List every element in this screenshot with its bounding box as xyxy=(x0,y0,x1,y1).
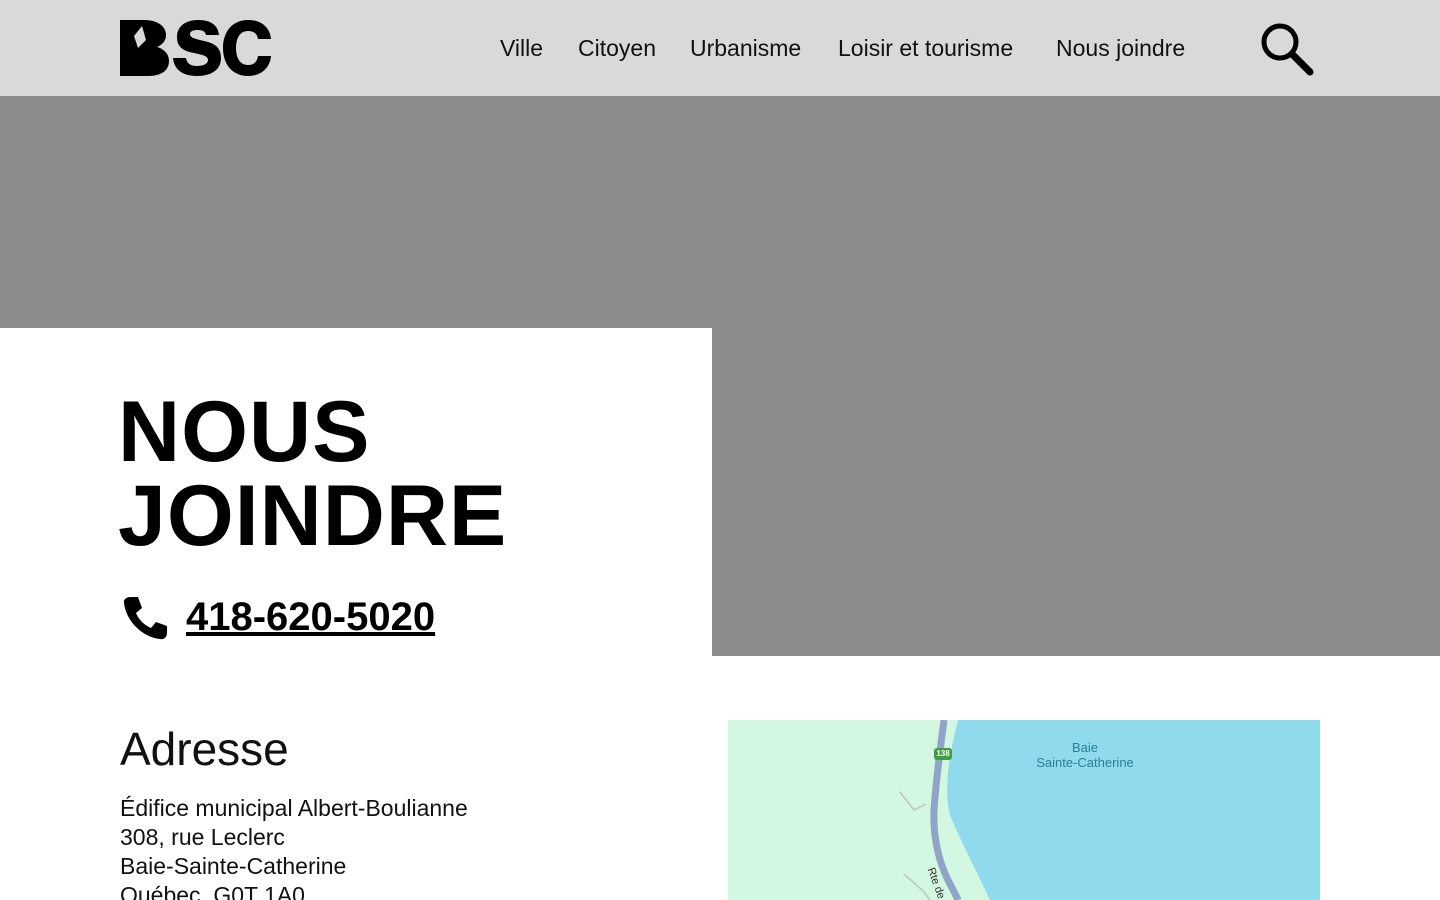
address-line: Québec, G0T 1A0 xyxy=(120,882,305,900)
page-title-line-1: NOUS xyxy=(118,384,371,480)
map-water-label: Baie Sainte-Catherine xyxy=(1028,740,1142,770)
location-map[interactable]: 138 Baie Sainte-Catherine Rte de xyxy=(728,720,1320,900)
phone-link[interactable]: 418-620-5020 xyxy=(186,592,435,642)
address-heading: Adresse xyxy=(120,723,289,775)
page-title: NOUS JOINDRE xyxy=(118,384,508,564)
phone-icon xyxy=(123,597,167,640)
nav-item-citoyen[interactable]: Citoyen xyxy=(578,33,656,63)
site-header: Ville Citoyen Urbanisme Loisir et touris… xyxy=(0,0,1440,96)
address-line: Baie-Sainte-Catherine xyxy=(120,853,347,879)
nav-item-loisir-et-tourisme[interactable]: Loisir et tourisme xyxy=(838,33,1013,63)
map-canvas xyxy=(728,720,1320,900)
search-icon xyxy=(1261,23,1314,76)
map-water-label-line-1: Baie xyxy=(1071,740,1099,755)
search-button[interactable] xyxy=(1258,20,1316,76)
address-block: Édifice municipal Albert-Boulianne 308, … xyxy=(120,794,468,900)
main-nav: Ville Citoyen Urbanisme Loisir et touris… xyxy=(0,0,1440,96)
hero-image-placeholder xyxy=(712,328,1440,656)
address-line: Édifice municipal Albert-Boulianne xyxy=(120,795,468,821)
address-line: 308, rue Leclerc xyxy=(120,824,285,850)
nav-item-ville[interactable]: Ville xyxy=(500,33,543,63)
nav-item-urbanisme[interactable]: Urbanisme xyxy=(690,33,801,63)
nav-item-nous-joindre[interactable]: Nous joindre xyxy=(1056,33,1185,63)
road-shield: 138 xyxy=(934,748,952,760)
hero-banner xyxy=(0,96,1440,328)
page-title-line-2: JOINDRE xyxy=(118,468,508,564)
map-water-label-line-2: Sainte-Catherine xyxy=(1036,755,1134,770)
